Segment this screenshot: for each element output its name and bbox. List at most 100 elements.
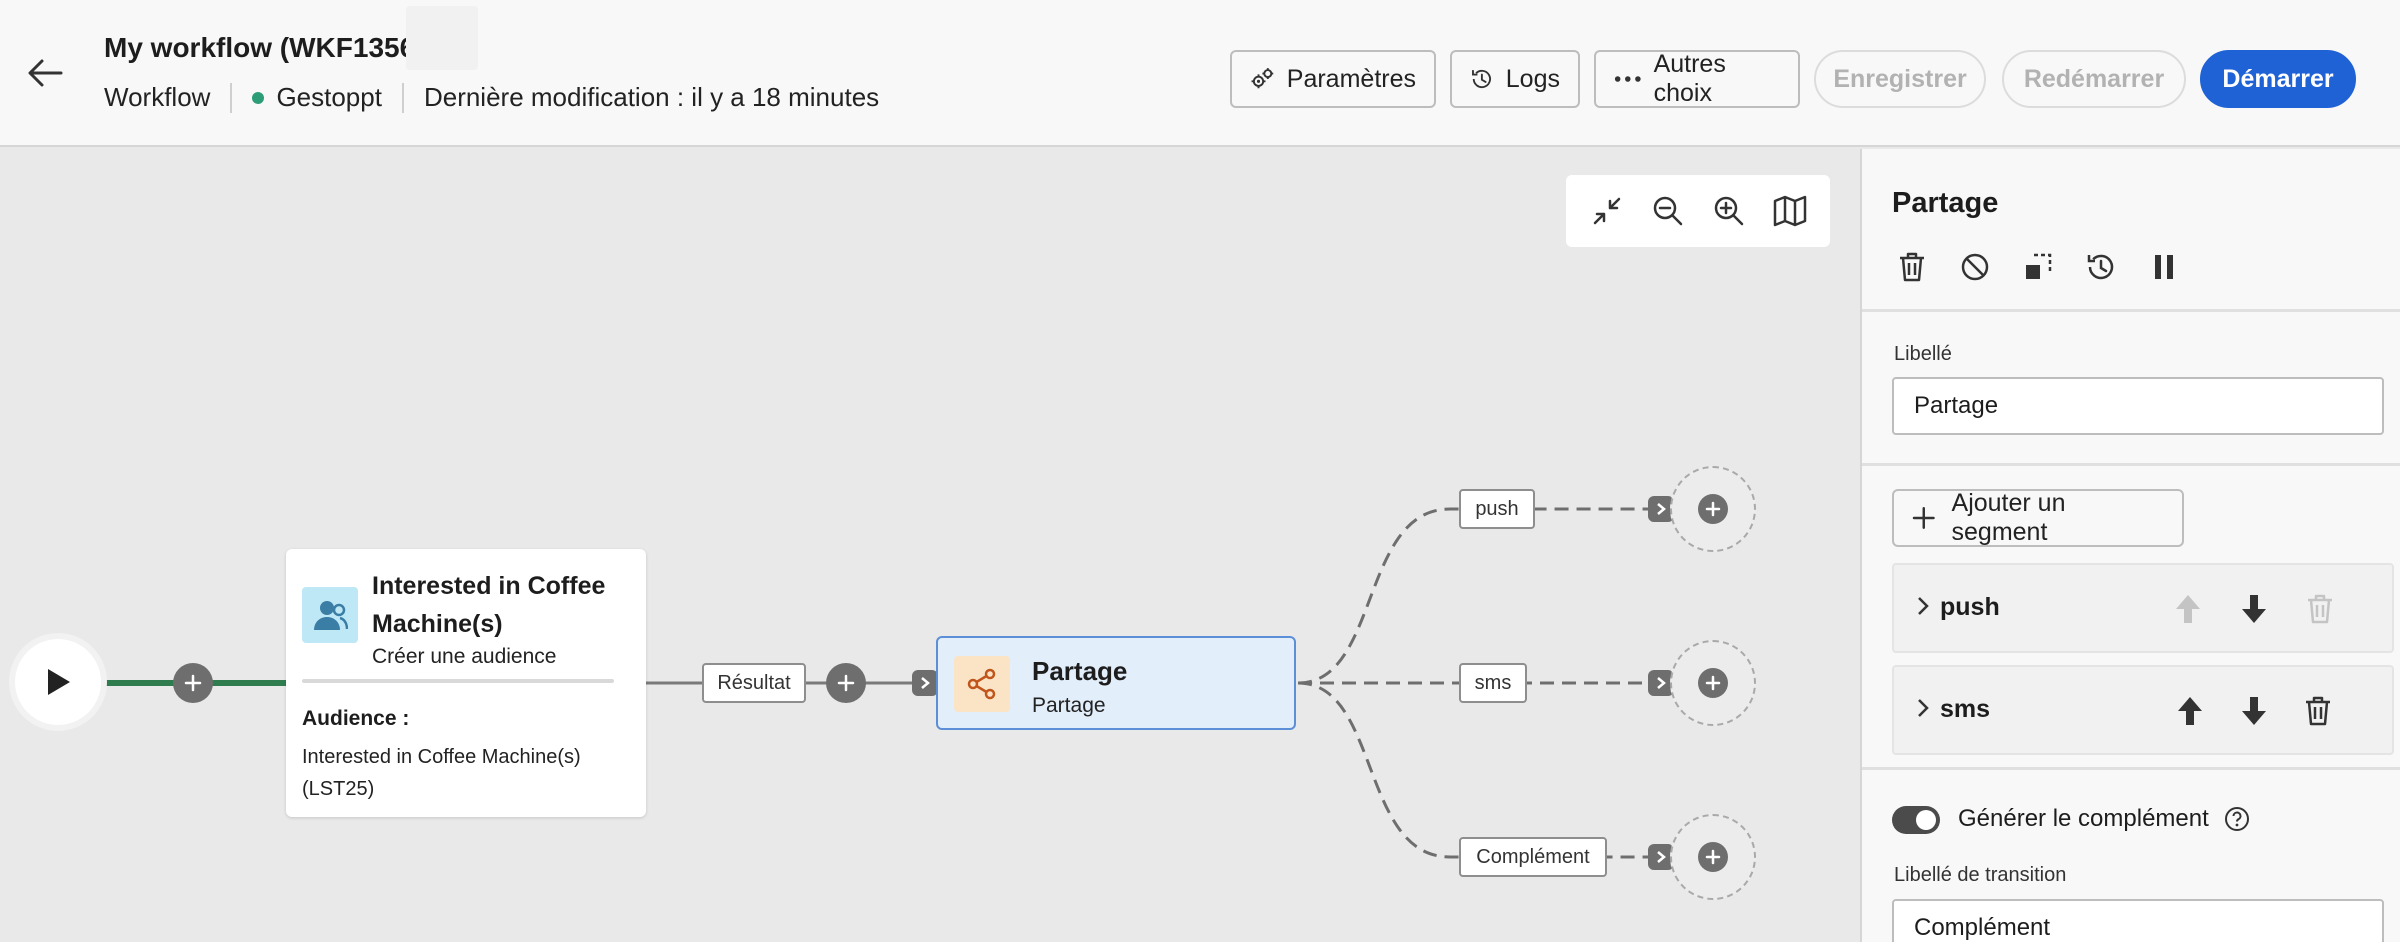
back-button[interactable]	[22, 50, 68, 96]
audience-label: Audience :	[302, 707, 410, 730]
divider	[302, 679, 614, 683]
history-icon	[2087, 254, 2114, 280]
add-activity-slot[interactable]	[1670, 814, 1756, 900]
chevron-right-icon	[1657, 503, 1666, 515]
arrow-down-icon	[2242, 697, 2266, 725]
split-activity-node[interactable]: Partage Partage	[936, 636, 1296, 730]
status-badge: Gestoppt	[276, 82, 382, 112]
audience-icon	[302, 587, 358, 643]
delete-segment-button[interactable]	[2294, 687, 2342, 735]
move-down-button[interactable]	[2230, 585, 2278, 633]
help-icon[interactable]	[2224, 806, 2250, 832]
chevron-right-icon	[1657, 677, 1666, 689]
plus-icon	[1705, 675, 1721, 691]
add-activity-button[interactable]	[826, 663, 866, 703]
divider	[1862, 463, 2400, 466]
settings-label: Paramètres	[1286, 64, 1416, 93]
plus-icon	[1705, 501, 1721, 517]
copy-icon	[2026, 253, 2052, 279]
chevron-right-icon	[921, 677, 930, 689]
add-activity-slot[interactable]	[1670, 466, 1756, 552]
transition-label-input[interactable]	[1892, 899, 2384, 942]
copy-activity-button[interactable]	[2012, 241, 2064, 293]
divider	[401, 82, 404, 113]
push-link	[1297, 507, 1664, 685]
sms-transition-label[interactable]: sms	[1459, 663, 1527, 703]
node-subtitle: Créer une audience	[372, 645, 557, 668]
logs-button[interactable]: Logs	[1450, 50, 1580, 108]
more-dots-icon	[1614, 76, 1641, 82]
breadcrumb: Workflow	[104, 82, 211, 112]
add-activity-slot[interactable]	[1670, 640, 1756, 726]
zoom-in-button[interactable]	[1705, 187, 1753, 235]
trash-icon	[1900, 252, 1924, 282]
more-options-label: Autres choix	[1653, 50, 1726, 107]
history-icon	[1472, 69, 1491, 89]
generate-complement-label: Générer le complément	[1958, 805, 2209, 832]
save-label: Enregistrer	[1833, 64, 1967, 93]
plus-icon	[1705, 849, 1721, 865]
segment-item[interactable]: push	[1892, 563, 2394, 653]
label-input[interactable]	[1892, 377, 2384, 435]
delete-segment-button[interactable]	[2296, 585, 2344, 633]
zoom-in-icon	[1714, 196, 1743, 226]
arrow-up-icon	[2178, 697, 2202, 725]
divider	[230, 82, 233, 113]
segment-name: sms	[1940, 695, 1991, 723]
more-options-button[interactable]: Autres choix	[1594, 50, 1800, 108]
plus-icon	[1912, 506, 1935, 530]
transition-links	[100, 507, 1664, 859]
audience-activity-node[interactable]: Interested in Coffee Machine(s) Créer un…	[286, 549, 646, 817]
move-up-button[interactable]	[2166, 687, 2214, 735]
start-button[interactable]: Démarrer	[2200, 50, 2356, 108]
start-node[interactable]	[15, 639, 101, 725]
arrow-up-icon	[2176, 595, 2200, 623]
move-down-button[interactable]	[2230, 687, 2278, 735]
properties-panel: Partage Libellé Ajouter un segment push	[1860, 149, 2400, 942]
title-placeholder	[406, 6, 478, 70]
pause-activity-button[interactable]	[2138, 241, 2190, 293]
input-port	[912, 670, 938, 696]
node-title: Partage	[1032, 656, 1128, 686]
fit-view-button[interactable]	[1583, 187, 1631, 235]
delete-activity-button[interactable]	[1886, 241, 1938, 293]
minimap-button[interactable]	[1766, 187, 1814, 235]
move-up-button[interactable]	[2164, 585, 2212, 633]
add-activity-button[interactable]	[173, 663, 213, 703]
segment-name: push	[1940, 593, 2000, 621]
segment-item[interactable]: sms	[1892, 665, 2394, 755]
plus-icon	[837, 674, 855, 692]
add-segment-button[interactable]: Ajouter un segment	[1892, 489, 2184, 547]
collapse-arrows-icon	[1593, 197, 1620, 225]
settings-button[interactable]: Paramètres	[1230, 50, 1436, 108]
block-icon	[1961, 253, 1989, 281]
zoom-out-button[interactable]	[1644, 187, 1692, 235]
trash-icon	[2306, 696, 2330, 726]
zoom-out-icon	[1653, 196, 1682, 226]
push-transition-label[interactable]: push	[1459, 489, 1535, 529]
activity-actions	[1886, 241, 2201, 293]
arrow-left-icon	[28, 59, 63, 87]
result-transition-label[interactable]: Résultat	[702, 663, 806, 703]
workflow-canvas[interactable]: Interested in Coffee Machine(s) Créer un…	[0, 149, 1860, 942]
activity-history-button[interactable]	[2075, 241, 2127, 293]
plus-icon	[184, 674, 202, 692]
status-dot-icon	[252, 91, 265, 104]
disable-activity-button[interactable]	[1949, 241, 2001, 293]
pause-icon	[2155, 255, 2173, 279]
transition-label-field-label: Libellé de transition	[1894, 864, 2067, 886]
complement-transition-label[interactable]: Complément	[1459, 837, 1607, 877]
toggle-knob	[1916, 810, 1936, 830]
chevron-right-icon	[1918, 699, 1929, 717]
generate-complement-toggle[interactable]	[1892, 806, 1940, 834]
divider	[1862, 767, 2400, 770]
complement-link	[1297, 681, 1664, 859]
label-field-label: Libellé	[1894, 343, 1952, 365]
gears-icon	[1251, 68, 1274, 89]
restart-button[interactable]: Redémarrer	[2002, 50, 2186, 108]
save-button[interactable]: Enregistrer	[1814, 50, 1986, 108]
node-title: Interested in Coffee Machine(s)	[372, 572, 606, 638]
divider	[1862, 309, 2400, 312]
chevron-right-icon	[1657, 851, 1666, 863]
node-subtitle: Partage	[1032, 694, 1106, 717]
